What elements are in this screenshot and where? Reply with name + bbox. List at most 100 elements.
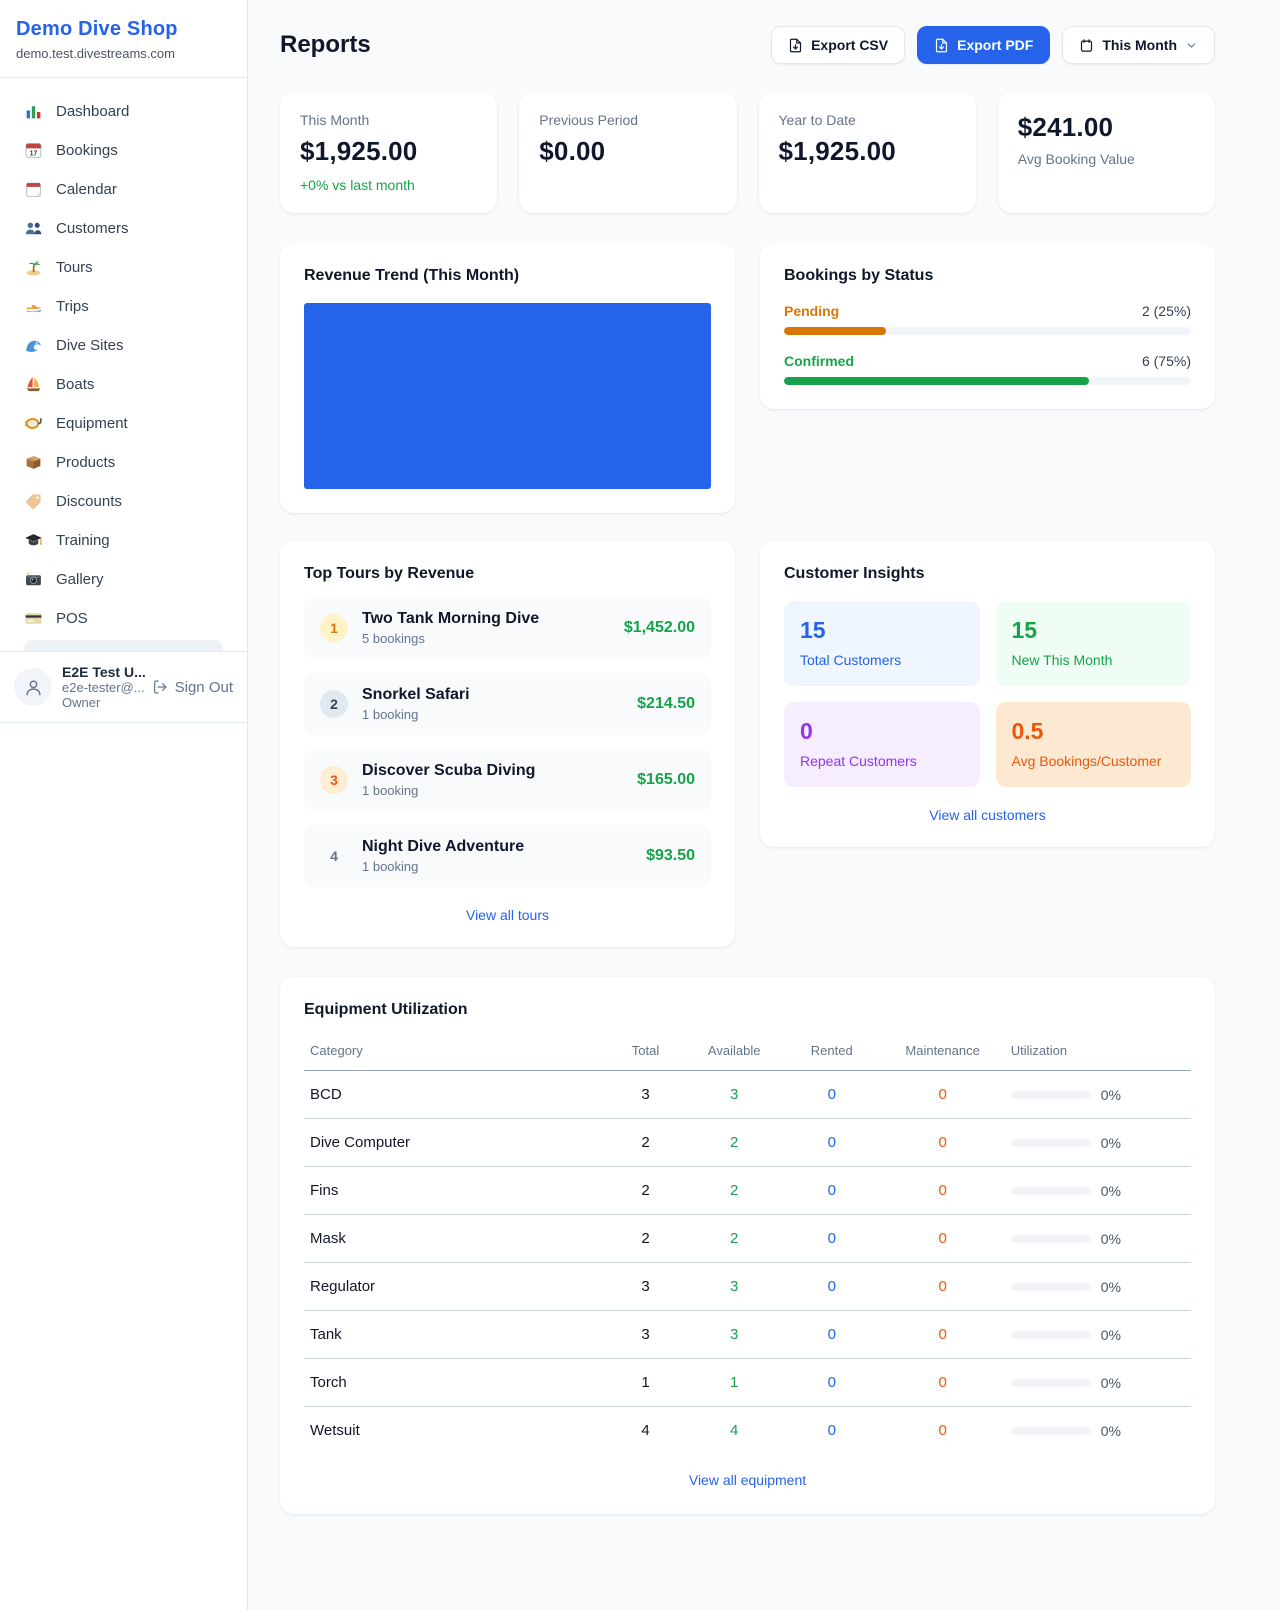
sidebar-item-gallery[interactable]: Gallery [12,560,235,599]
stat-value: $0.00 [539,136,716,167]
app-root: Demo Dive Shop demo.test.divestreams.com… [0,0,1280,1610]
chevron-down-icon [1185,39,1198,52]
cell-available: 2 [685,1215,783,1263]
cell-available: 2 [685,1119,783,1167]
training-icon [24,531,43,550]
view-all-tours-link[interactable]: View all tours [304,907,711,923]
sidebar-item-label: Boats [56,376,94,393]
sidebar-item-label: Trips [56,298,89,315]
sidebar-item-equipment[interactable]: Equipment [12,404,235,443]
status-label: Pending [784,303,839,319]
sidebar-item-dive-sites[interactable]: Dive Sites [12,326,235,365]
calendar-icon [24,180,43,199]
sign-out-button[interactable]: Sign Out [152,679,233,696]
tour-list-item: 2 Snorkel Safari 1 booking $214.50 [304,673,711,735]
customers-icon [24,219,43,238]
cell-utilization: 0% [1005,1071,1191,1119]
sidebar-item-training[interactable]: Training [12,521,235,560]
view-all-equipment-link[interactable]: View all equipment [304,1472,1191,1488]
status-count: 6 (75%) [1142,353,1191,369]
tour-list-item: 1 Two Tank Morning Dive 5 bookings $1,45… [304,597,711,659]
rank-badge: 3 [320,766,348,794]
cell-total: 4 [606,1407,686,1455]
stat-cards: This Month $1,925.00 +0% vs last month P… [280,92,1215,213]
utilization-text: 0% [1101,1087,1121,1103]
avatar [14,668,52,706]
view-all-customers-link[interactable]: View all customers [784,807,1191,823]
utilization-bar-track [1011,1235,1091,1243]
cell-rented: 0 [783,1119,881,1167]
sidebar-item-label: Products [56,454,115,471]
export-csv-button[interactable]: Export CSV [771,26,905,64]
utilization-text: 0% [1101,1183,1121,1199]
cell-maintenance: 0 [881,1407,1005,1455]
cell-rented: 0 [783,1167,881,1215]
export-csv-label: Export CSV [811,37,888,53]
user-name: E2E Test U... [62,664,142,680]
sidebar-item-pos[interactable]: POS [12,599,235,638]
tour-bookings: 1 booking [362,859,632,874]
utilization-text: 0% [1101,1327,1121,1343]
tour-name: Two Tank Morning Dive [362,610,610,628]
dashboard-icon [24,102,43,121]
utilization-text: 0% [1101,1375,1121,1391]
sidebar-item-discounts[interactable]: Discounts [12,482,235,521]
cell-utilization: 0% [1005,1311,1191,1359]
tour-revenue: $214.50 [637,695,695,713]
period-selector[interactable]: This Month [1062,26,1215,64]
sidebar-nav: Dashboard 17 Bookings Calendar Customers… [0,78,247,651]
period-label: This Month [1102,37,1177,53]
equipment-table: Category Total Available Rented Maintena… [304,1033,1191,1454]
tour-revenue: $1,452.00 [624,619,695,637]
stat-card-previous-period: Previous Period $0.00 [519,92,736,213]
tour-bookings: 1 booking [362,783,623,798]
sidebar-item-reports-partial[interactable] [24,640,223,651]
sidebar-item-tours[interactable]: Tours [12,248,235,287]
stat-value: $241.00 [1018,112,1195,143]
cell-available: 2 [685,1167,783,1215]
insight-label: Total Customers [800,652,964,668]
cell-utilization: 0% [1005,1167,1191,1215]
cell-rented: 0 [783,1215,881,1263]
sidebar-item-label: Gallery [56,571,104,588]
stat-value: $1,925.00 [300,136,477,167]
sidebar-item-label: Dive Sites [56,337,124,354]
cell-rented: 0 [783,1407,881,1455]
cell-maintenance: 0 [881,1215,1005,1263]
cell-total: 3 [606,1263,686,1311]
insight-tile-new-this-month: 15 New This Month [996,601,1192,686]
cell-rented: 0 [783,1311,881,1359]
user-role: Owner [62,695,142,710]
utilization-text: 0% [1101,1423,1121,1439]
sidebar-item-boats[interactable]: Boats [12,365,235,404]
rank-badge: 4 [320,842,348,870]
utilization-bar-track [1011,1091,1091,1099]
file-export-icon [934,38,949,53]
insight-tile-avg-bookings: 0.5 Avg Bookings/Customer [996,702,1192,787]
header-actions: Export CSV Export PDF This Month [771,26,1215,64]
sidebar-item-label: Equipment [56,415,128,432]
stat-label: This Month [300,112,477,128]
cell-total: 3 [606,1311,686,1359]
cell-utilization: 0% [1005,1119,1191,1167]
tour-list-item: 3 Discover Scuba Diving 1 booking $165.0… [304,749,711,811]
sign-out-label: Sign Out [175,679,233,696]
insight-tile-repeat-customers: 0 Repeat Customers [784,702,980,787]
cell-total: 2 [606,1167,686,1215]
cell-available: 3 [685,1071,783,1119]
utilization-text: 0% [1101,1135,1121,1151]
utilization-bar-track [1011,1187,1091,1195]
cell-maintenance: 0 [881,1359,1005,1407]
sidebar-item-calendar[interactable]: Calendar [12,170,235,209]
export-pdf-label: Export PDF [957,37,1033,53]
sidebar-item-customers[interactable]: Customers [12,209,235,248]
export-pdf-button[interactable]: Export PDF [917,26,1050,64]
sidebar-item-products[interactable]: Products [12,443,235,482]
sidebar-item-trips[interactable]: Trips [12,287,235,326]
sidebar-item-bookings[interactable]: 17 Bookings [12,131,235,170]
dive-sites-icon [24,336,43,355]
rank-badge: 1 [320,614,348,642]
discounts-icon [24,492,43,511]
sidebar-item-label: Tours [56,259,93,276]
sidebar-item-dashboard[interactable]: Dashboard [12,92,235,131]
